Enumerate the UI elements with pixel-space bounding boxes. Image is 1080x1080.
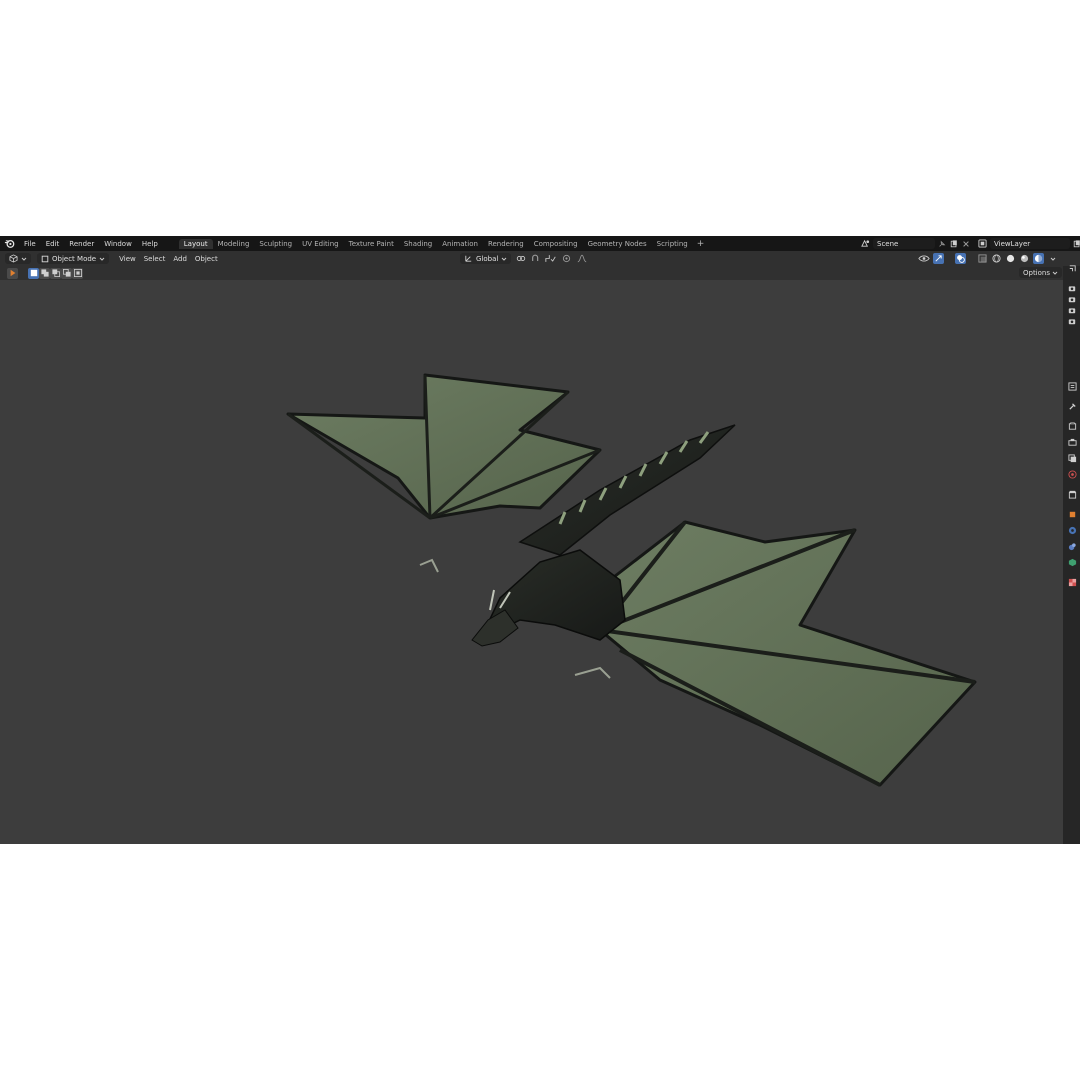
wireframe-icon[interactable] [991,253,1002,264]
tab-geometry-nodes[interactable]: Geometry Nodes [583,239,652,249]
viewport-display-tools [918,253,1058,264]
menu-select[interactable]: Select [140,255,170,263]
solid-icon[interactable] [1005,253,1016,264]
camera-icon[interactable] [1067,305,1077,315]
tab-modeling[interactable]: Modeling [213,239,255,249]
select-subtract-icon[interactable] [50,267,61,279]
chevron-down-icon [1052,271,1058,275]
camera-icon[interactable] [1067,283,1077,293]
view-layer-properties-icon[interactable] [1067,453,1077,463]
options-dropdown[interactable]: Options [1018,267,1062,278]
snap-icon[interactable] [530,253,541,264]
menu-render[interactable]: Render [64,240,99,248]
top-bar: File Edit Render Window Help Layout Mode… [0,236,1080,251]
scene-name-field[interactable]: Scene [873,238,935,249]
tool-settings-row [0,266,1080,280]
snap-target-icon[interactable] [545,253,557,264]
menu-file[interactable]: File [19,240,41,248]
workspace-tabs: Layout Modeling Sculpting UV Editing Tex… [178,238,709,249]
visibility-icon[interactable] [918,253,930,264]
scene-name: Scene [877,239,899,248]
delete-scene-icon[interactable] [961,239,971,249]
properties-editor-icon[interactable] [1067,381,1077,391]
3d-viewport-icon [9,254,18,263]
add-workspace-button[interactable]: + [693,239,709,249]
texture-properties-icon[interactable] [1067,577,1077,587]
chevron-down-icon [21,257,27,261]
camera-icon[interactable] [1067,294,1077,304]
transform-tools: Global [460,253,587,264]
mode-dropdown[interactable]: Object Mode [37,253,110,264]
pin-icon[interactable] [937,239,947,249]
falloff-icon[interactable] [576,253,587,264]
xray-toggle-icon[interactable] [977,253,988,264]
new-scene-icon[interactable] [949,239,959,249]
pivot-point-icon[interactable] [515,253,526,264]
new-view-layer-icon[interactable] [1072,239,1080,249]
object-data-properties-icon[interactable] [1067,557,1077,567]
render-properties-icon[interactable] [1067,421,1077,431]
world-properties-icon[interactable] [1067,489,1077,499]
shading-options-icon[interactable] [1047,253,1058,264]
view-layer-name: ViewLayer [994,239,1031,248]
material-icon[interactable] [1019,253,1030,264]
dragon-model[interactable] [0,280,1063,844]
menu-add[interactable]: Add [169,255,191,263]
rendered-icon[interactable] [1033,253,1044,264]
overlays-toggle-icon[interactable] [955,253,966,264]
menu-object[interactable]: Object [191,255,222,263]
object-mode-icon [41,255,49,262]
physics-properties-icon[interactable] [1067,541,1077,551]
orientation-global-icon [465,255,472,262]
modifier-properties-icon[interactable] [1067,525,1077,535]
chevron-down-icon [99,257,105,261]
tab-uv-editing[interactable]: UV Editing [297,239,344,249]
view-layer-icon[interactable] [977,239,987,249]
tab-compositing[interactable]: Compositing [529,239,583,249]
menu-view[interactable]: View [115,255,140,263]
blender-window: File Edit Render Window Help Layout Mode… [0,236,1080,844]
options-label: Options [1022,268,1050,277]
view-layer-field[interactable]: ViewLayer [990,238,1070,249]
scene-properties-icon[interactable] [1067,469,1077,479]
toolbar-toggle-icon[interactable] [7,267,18,279]
editor-type-dropdown[interactable] [5,253,31,264]
properties-strip [1063,263,1080,844]
gizmo-toggle-icon[interactable] [933,253,944,264]
chevron-down-icon [501,257,507,261]
tab-shading[interactable]: Shading [399,239,437,249]
camera-icon[interactable] [1067,316,1077,326]
select-intersect-icon[interactable] [72,267,83,279]
select-new-icon[interactable] [28,267,39,279]
object-properties-icon[interactable] [1067,509,1077,519]
scene-icon[interactable] [860,239,870,249]
orientation-label: Global [476,254,499,263]
mode-label: Object Mode [52,254,97,263]
scene-selector-group: Scene ViewLayer [858,238,1080,249]
tab-rendering[interactable]: Rendering [483,239,529,249]
tab-animation[interactable]: Animation [437,239,483,249]
3d-viewport[interactable] [0,280,1063,844]
select-extend-icon[interactable] [39,267,50,279]
tab-texture-paint[interactable]: Texture Paint [344,239,399,249]
tab-sculpting[interactable]: Sculpting [254,239,297,249]
transform-orientation-dropdown[interactable]: Global [460,253,512,264]
lower-claw [574,666,611,679]
menu-edit[interactable]: Edit [41,240,65,248]
tool-icon[interactable] [1067,401,1077,411]
split-area-icon[interactable] [1067,263,1077,273]
menu-window[interactable]: Window [99,240,137,248]
blender-logo-icon[interactable] [3,238,15,250]
output-properties-icon[interactable] [1067,437,1077,447]
tab-layout[interactable]: Layout [178,238,213,249]
upper-claw [419,558,439,573]
proportional-edit-icon[interactable] [561,253,572,264]
menu-help[interactable]: Help [137,240,163,248]
viewport-header: Object Mode View Select Add Object Globa… [0,251,1080,266]
select-invert-icon[interactable] [61,267,72,279]
tab-scripting[interactable]: Scripting [652,239,693,249]
